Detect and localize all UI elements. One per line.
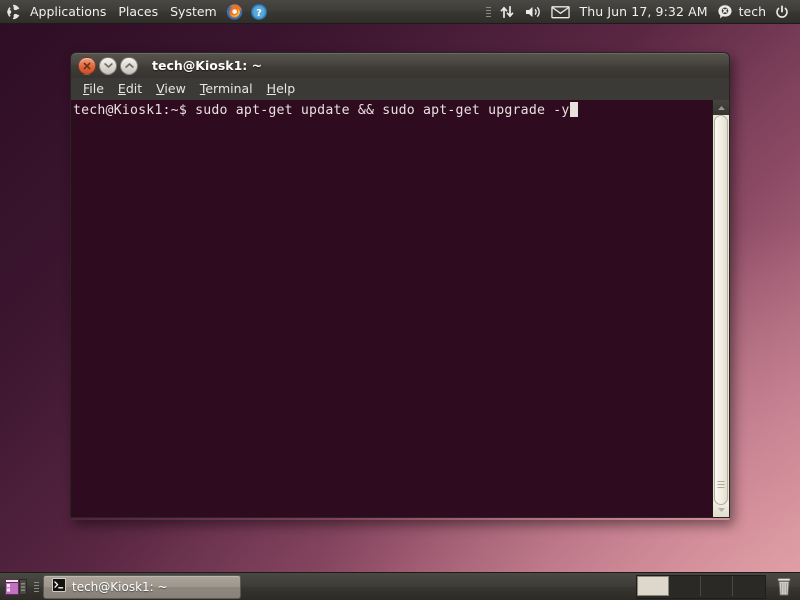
terminal-output-area[interactable]: tech@Kiosk1:~$ sudo apt-get update && su… (71, 100, 712, 517)
top-panel: Applications Places System ? Thu Jun 17,… (0, 0, 800, 24)
panel-drag-handle[interactable] (485, 3, 492, 21)
menu-edit-rest: dit (125, 81, 143, 96)
speaker-icon[interactable] (520, 1, 546, 23)
network-arrows-icon[interactable] (496, 1, 518, 23)
terminal-body[interactable]: tech@Kiosk1:~$ sudo apt-get update && su… (70, 100, 730, 518)
help-icon[interactable]: ? (248, 1, 270, 23)
menu-help-rest: elp (276, 81, 296, 96)
menu-help-mnemonic: H (266, 81, 277, 96)
workspace-4[interactable] (733, 576, 765, 596)
clock[interactable]: Thu Jun 17, 9:32 AM (575, 4, 713, 19)
terminal-scrollbar[interactable] (712, 100, 729, 517)
taskbar-item-terminal[interactable]: tech@Kiosk1: ~ (43, 574, 241, 599)
maximize-icon[interactable] (120, 56, 138, 75)
menu-view[interactable]: View (149, 79, 193, 99)
bottom-panel: tech@Kiosk1: ~ (0, 572, 800, 600)
workspace-2[interactable] (669, 575, 701, 596)
window-controls (78, 56, 138, 75)
scrollbar-grip (717, 481, 725, 490)
system-menu[interactable]: System (164, 1, 223, 23)
terminal-command-text: sudo apt-get update && sudo apt-get upgr… (195, 103, 570, 118)
power-icon[interactable] (771, 1, 793, 23)
trash-icon[interactable] (772, 575, 796, 599)
taskbar-drag-handle[interactable] (33, 578, 40, 596)
minimize-icon[interactable] (99, 56, 117, 75)
scroll-up-icon[interactable] (713, 100, 729, 115)
terminal-icon (52, 578, 66, 595)
terminal-prompt: tech@Kiosk1:~$ (73, 103, 196, 118)
menu-help[interactable]: Help (260, 79, 303, 99)
menu-terminal-rest: erminal (205, 81, 253, 96)
window-title: tech@Kiosk1: ~ (152, 58, 263, 73)
menu-terminal[interactable]: Terminal (193, 79, 260, 99)
menu-view-rest: iew (164, 81, 186, 96)
menu-file[interactable]: File (76, 79, 111, 99)
workspace-3[interactable] (701, 575, 733, 596)
workspace-1[interactable] (637, 575, 669, 596)
terminal-command-line: tech@Kiosk1:~$ sudo apt-get update && su… (73, 102, 712, 119)
scrollbar-track[interactable] (713, 115, 729, 505)
window-titlebar[interactable]: tech@Kiosk1: ~ (70, 52, 730, 78)
places-menu[interactable]: Places (112, 1, 164, 23)
user-status-icon[interactable] (714, 1, 736, 23)
taskbar-item-label: tech@Kiosk1: ~ (72, 579, 168, 594)
taskbar-window-list: tech@Kiosk1: ~ (43, 573, 636, 600)
user-name[interactable]: tech (737, 4, 770, 19)
show-desktop-icon[interactable] (4, 576, 28, 598)
svg-text:?: ? (256, 7, 262, 18)
terminal-menubar: File Edit View Terminal Help (70, 78, 730, 100)
terminal-cursor (569, 102, 578, 117)
envelope-icon[interactable] (548, 1, 574, 23)
ubuntu-logo-icon[interactable] (2, 1, 24, 23)
menu-edit[interactable]: Edit (111, 79, 149, 99)
scrollbar-thumb[interactable] (714, 115, 728, 505)
menu-file-rest: ile (89, 81, 104, 96)
terminal-window[interactable]: tech@Kiosk1: ~ File Edit View Terminal H… (70, 52, 730, 520)
desktop-screen: Applications Places System ? Thu Jun 17,… (0, 0, 800, 600)
workspace-switcher[interactable] (636, 574, 766, 599)
menu-edit-mnemonic: E (117, 81, 126, 96)
close-icon[interactable] (78, 56, 96, 75)
applications-menu[interactable]: Applications (24, 1, 112, 23)
firefox-icon[interactable] (224, 1, 246, 23)
